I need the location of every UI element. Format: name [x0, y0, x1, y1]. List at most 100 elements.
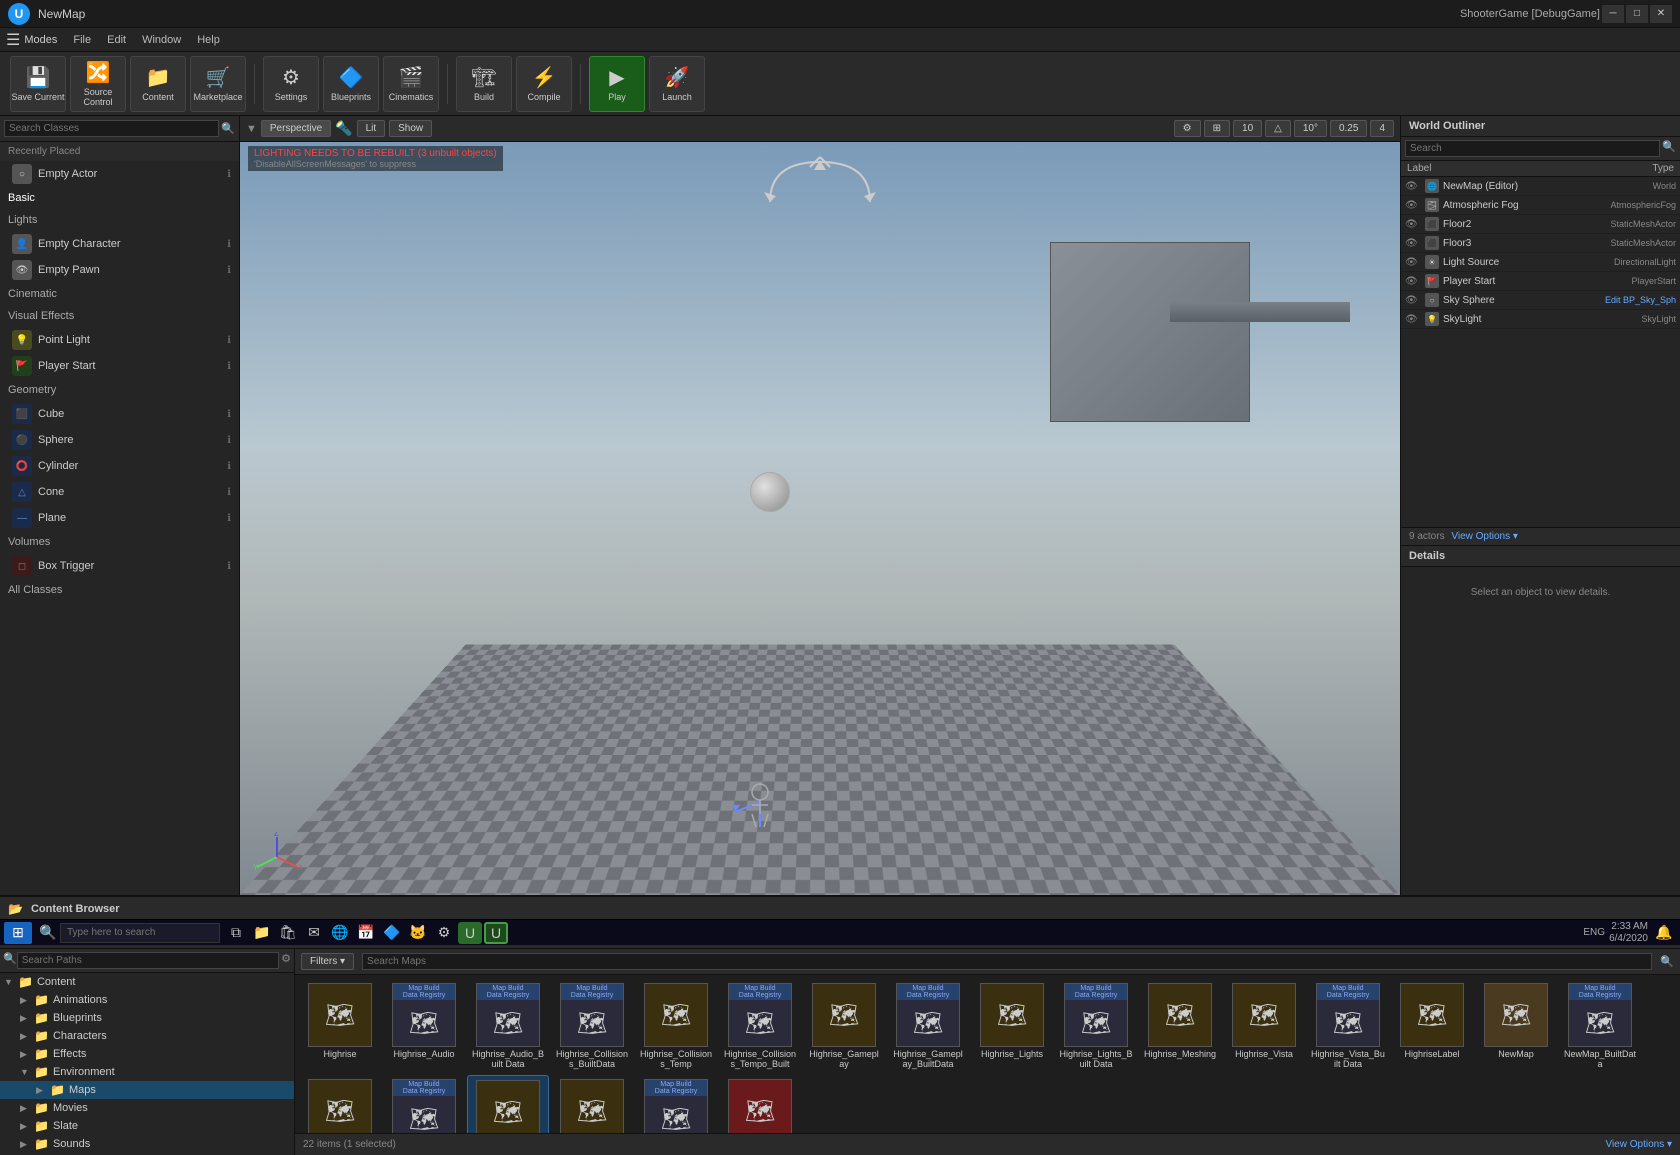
viewport-angle-value[interactable]: 10° — [1294, 120, 1327, 137]
viewport-grid-value[interactable]: 10 — [1233, 120, 1262, 137]
viewport-settings-button[interactable]: ⚙ — [1174, 120, 1201, 137]
outliner-search-input[interactable] — [1405, 140, 1660, 157]
outliner-row-floor3[interactable]: 👁 ⬛ Floor3 StaticMeshActor — [1401, 234, 1680, 253]
actor-item-empty-character[interactable]: 👤 Empty Character ℹ — [0, 231, 239, 257]
content-item-highrise-coll-tempo-built[interactable]: Map BuildData Registry 🗺 Highrise_Collis… — [719, 979, 801, 1073]
taskbar-ue4-2[interactable]: U — [484, 922, 508, 944]
close-button[interactable]: ✕ — [1650, 5, 1672, 23]
content-item-shooterentry[interactable]: 🗺 ShooterEntry — [551, 1075, 633, 1133]
compile-button[interactable]: ⚡ Compile — [516, 56, 572, 112]
perspective-button[interactable]: Perspective — [261, 120, 331, 137]
category-volumes[interactable]: Volumes — [0, 531, 239, 553]
content-item-highrise-collisions-builtdata[interactable]: Map BuildData Registry 🗺 Highrise_Collis… — [551, 979, 633, 1073]
tree-search-input[interactable] — [17, 952, 279, 969]
actor-item-cone[interactable]: △ Cone ℹ — [0, 479, 239, 505]
taskbar-file-explorer[interactable]: 📁 — [250, 922, 274, 944]
cinematics-button[interactable]: 🎬 Cinematics — [383, 56, 439, 112]
content-item-startuplabel[interactable]: 🗺 StartupLabel — [719, 1075, 801, 1133]
category-visual-effects[interactable]: Visual Effects — [0, 305, 239, 327]
actor-item-empty-pawn[interactable]: 👁 Empty Pawn ℹ — [0, 257, 239, 283]
tree-item-environment[interactable]: ▼ 📁 Environment — [0, 1063, 294, 1081]
menu-help[interactable]: Help — [189, 32, 228, 48]
launch-button[interactable]: 🚀 Launch — [649, 56, 705, 112]
actor-item-point-light[interactable]: 💡 Point Light ℹ — [0, 327, 239, 353]
viewport-scale-value[interactable]: 0.25 — [1330, 120, 1367, 137]
lit-button[interactable]: Lit — [357, 120, 386, 137]
viewport[interactable]: LIGHTING NEEDS TO BE REBUILT (3 unbuilt … — [240, 142, 1400, 895]
search-classes-input[interactable] — [4, 120, 219, 137]
menu-window[interactable]: Window — [134, 32, 189, 48]
outliner-row-atmospheric-fog[interactable]: 👁 🌫 Atmospheric Fog AtmosphericFog — [1401, 196, 1680, 215]
tree-item-characters[interactable]: ▶ 📁 Characters — [0, 1027, 294, 1045]
menu-file[interactable]: File — [65, 32, 99, 48]
category-cinematic[interactable]: Cinematic — [0, 283, 239, 305]
source-control-button[interactable]: 🔀 Source Control — [70, 56, 126, 112]
content-item-highrise-vista-builtdata[interactable]: Map BuildData Registry 🗺 Highrise_Vista_… — [1307, 979, 1389, 1073]
outliner-row-sky-sphere[interactable]: 👁 ○ Sky Sphere Edit BP_Sky_Sph — [1401, 291, 1680, 310]
tree-item-maps[interactable]: ▶ 📁 Maps — [0, 1081, 294, 1099]
outliner-col-type[interactable]: Type — [1646, 161, 1680, 176]
viewport-angle-button[interactable]: △ — [1265, 120, 1291, 137]
content-item-highrise-audio[interactable]: Map BuildData Registry 🗺 Highrise_Audio — [383, 979, 465, 1073]
content-item-sanctuary[interactable]: 🗺 Sanctuary — [299, 1075, 381, 1133]
tree-item-sounds[interactable]: ▶ 📁 Sounds — [0, 1135, 294, 1153]
actor-item-cylinder[interactable]: ⭕ Cylinder ℹ — [0, 453, 239, 479]
taskbar-ue4[interactable]: U — [458, 922, 482, 944]
content-item-highriselabel[interactable]: 🗺 HighriseLabel — [1391, 979, 1473, 1073]
taskbar-vs[interactable]: 🔷 — [380, 922, 404, 944]
content-item-highrise-lights[interactable]: 🗺 Highrise_Lights — [971, 979, 1053, 1073]
actor-item-cube[interactable]: ⬛ Cube ℹ — [0, 401, 239, 427]
start-button[interactable]: ⊞ — [4, 922, 32, 944]
content-item-highrise-vista[interactable]: 🗺 Highrise_Vista — [1223, 979, 1305, 1073]
category-lights[interactable]: Lights — [0, 209, 239, 231]
taskbar-github[interactable]: 🐱 — [406, 922, 430, 944]
category-basic[interactable]: Basic — [0, 187, 239, 209]
menu-edit[interactable]: Edit — [99, 32, 134, 48]
category-geometry[interactable]: Geometry — [0, 379, 239, 401]
content-item-newmap[interactable]: 🗺 NewMap — [1475, 979, 1557, 1073]
content-item-sanctuary-label[interactable]: 🗺 Sanctuary Label — [467, 1075, 549, 1133]
content-item-shooterentry-builtdata[interactable]: Map BuildData Registry 🗺 ShooterEntry_Bu… — [635, 1075, 717, 1133]
outliner-row-light-source[interactable]: 👁 ☀ Light Source DirectionalLight — [1401, 253, 1680, 272]
play-button[interactable]: ▶ Play — [589, 56, 645, 112]
outliner-row-skylight[interactable]: 👁 💡 SkyLight SkyLight — [1401, 310, 1680, 329]
tree-item-slate[interactable]: ▶ 📁 Slate — [0, 1117, 294, 1135]
content-item-newmap-builtdata[interactable]: Map BuildData Registry 🗺 NewMap_BuiltDat… — [1559, 979, 1641, 1073]
category-all-classes[interactable]: All Classes — [0, 579, 239, 601]
blueprints-button[interactable]: 🔷 Blueprints — [323, 56, 379, 112]
marketplace-button[interactable]: 🛒 Marketplace — [190, 56, 246, 112]
content-item-highrise-meshing[interactable]: 🗺 Highrise_Meshing — [1139, 979, 1221, 1073]
content-item-highrise-lights-builtdata[interactable]: Map BuildData Registry 🗺 Highrise_Lights… — [1055, 979, 1137, 1073]
outliner-row-player-start[interactable]: 👁 🚩 Player Start PlayerStart — [1401, 272, 1680, 291]
actor-item-empty-actor[interactable]: ○ Empty Actor ℹ — [0, 161, 239, 187]
outliner-row-newmap[interactable]: 👁 🌐 NewMap (Editor) World — [1401, 177, 1680, 196]
content-button[interactable]: 📁 Content — [130, 56, 186, 112]
tree-item-animations[interactable]: ▶ 📁 Animations — [0, 991, 294, 1009]
taskbar-task-view[interactable]: ⧉ — [224, 922, 248, 944]
tree-item-content[interactable]: ▼ 📁 Content — [0, 973, 294, 991]
tree-item-blueprints[interactable]: ▶ 📁 Blueprints — [0, 1009, 294, 1027]
actor-item-box-trigger[interactable]: ◻ Box Trigger ℹ — [0, 553, 239, 579]
notification-icon[interactable]: 🔔 — [1652, 922, 1676, 944]
content-view-options[interactable]: View Options ▾ — [1605, 1139, 1672, 1150]
settings-button[interactable]: ⚙ Settings — [263, 56, 319, 112]
maximize-button[interactable]: □ — [1626, 5, 1648, 23]
content-item-highrise-gameplay[interactable]: 🗺 Highrise_Gameplay — [803, 979, 885, 1073]
grid-search-input[interactable] — [362, 953, 1652, 970]
outliner-row-floor2[interactable]: 👁 ⬛ Floor2 StaticMeshActor — [1401, 215, 1680, 234]
taskbar-store[interactable]: 🛍 — [276, 922, 300, 944]
content-item-highrise-gameplay-builtdata[interactable]: Map BuildData Registry 🗺 Highrise_Gamepl… — [887, 979, 969, 1073]
content-item-highrise-collisions-temp[interactable]: 🗺 Highrise_Collisions_Temp — [635, 979, 717, 1073]
actor-item-sphere[interactable]: ⚫ Sphere ℹ — [0, 427, 239, 453]
content-item-highrise[interactable]: 🗺 Highrise — [299, 979, 381, 1073]
taskbar-mail[interactable]: ✉ — [302, 922, 326, 944]
tree-item-effects[interactable]: ▶ 📁 Effects — [0, 1045, 294, 1063]
view-options-link[interactable]: View Options ▾ — [1451, 531, 1518, 542]
taskbar-search-input[interactable] — [60, 923, 220, 943]
content-item-highrise-audio-built[interactable]: Map BuildData Registry 🗺 Highrise_Audio_… — [467, 979, 549, 1073]
viewport-camera-speed[interactable]: 4 — [1370, 120, 1394, 137]
content-item-sanctuary-builtdata[interactable]: Map BuildData Registry 🗺 Sanctuary_Built… — [383, 1075, 465, 1133]
tree-item-movies[interactable]: ▶ 📁 Movies — [0, 1099, 294, 1117]
show-button[interactable]: Show — [389, 120, 432, 137]
minimize-button[interactable]: ─ — [1602, 5, 1624, 23]
